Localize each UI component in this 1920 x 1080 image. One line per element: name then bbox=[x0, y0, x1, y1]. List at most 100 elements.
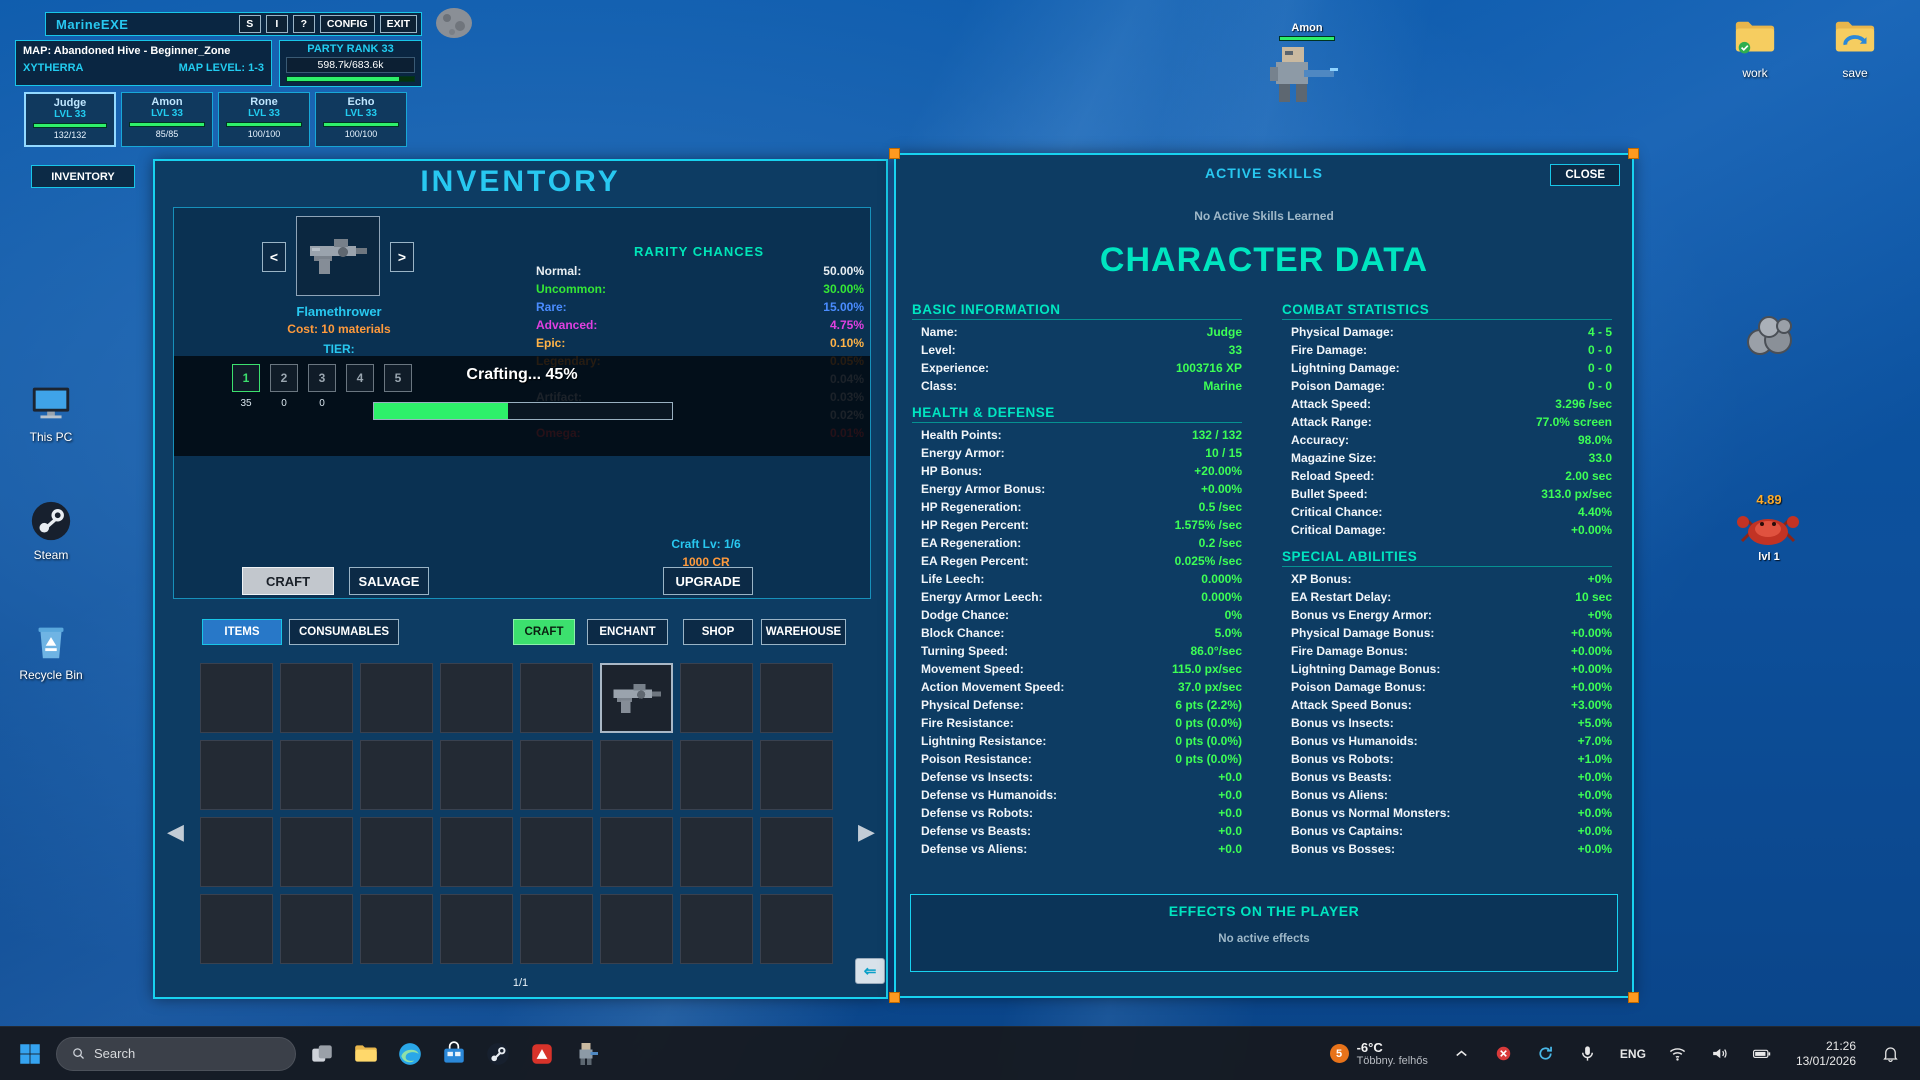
inventory-cell[interactable] bbox=[200, 740, 273, 810]
inventory-cell-flamethrower[interactable] bbox=[600, 663, 673, 733]
craft-button[interactable]: CRAFT bbox=[242, 567, 334, 595]
desktop-icon-recycle-bin[interactable]: Recycle Bin bbox=[8, 618, 94, 682]
inventory-cell[interactable] bbox=[440, 663, 513, 733]
inventory-cell[interactable] bbox=[200, 817, 273, 887]
inventory-cell[interactable] bbox=[760, 740, 833, 810]
inventory-cell[interactable] bbox=[760, 894, 833, 964]
desktop-icon-steam[interactable]: Steam bbox=[8, 498, 94, 562]
transfer-items-button[interactable]: ⇐ bbox=[855, 958, 885, 984]
inventory-cell[interactable] bbox=[280, 740, 353, 810]
chevron-up-icon[interactable] bbox=[1442, 1034, 1482, 1074]
inventory-cell[interactable] bbox=[280, 663, 353, 733]
inventory-cell[interactable] bbox=[680, 663, 753, 733]
wifi-icon[interactable] bbox=[1658, 1034, 1698, 1074]
party-member-card[interactable]: JudgeLVL 33132/132 bbox=[24, 92, 116, 147]
inventory-cell[interactable] bbox=[680, 894, 753, 964]
battery-icon[interactable] bbox=[1742, 1034, 1782, 1074]
search-box[interactable]: Search bbox=[56, 1037, 296, 1071]
inventory-cell[interactable] bbox=[440, 894, 513, 964]
tab-consumables[interactable]: CONSUMABLES bbox=[289, 619, 399, 645]
rarity-value: 4.75% bbox=[830, 318, 864, 336]
inventory-cell[interactable] bbox=[360, 817, 433, 887]
language-indicator[interactable]: ENG bbox=[1614, 1047, 1652, 1061]
sync-icon[interactable] bbox=[1526, 1034, 1566, 1074]
desktop-icon-this-pc[interactable]: This PC bbox=[8, 380, 94, 444]
unit-name-label: Amon bbox=[1252, 22, 1362, 34]
menu-button-config[interactable]: CONFIG bbox=[320, 15, 375, 33]
inventory-cell[interactable] bbox=[200, 894, 273, 964]
party-member-card[interactable]: RoneLVL 33100/100 bbox=[218, 92, 310, 147]
alert-red-icon[interactable] bbox=[1484, 1034, 1524, 1074]
mineral-rock-sprite[interactable] bbox=[1742, 312, 1802, 358]
menu-button-exit[interactable]: EXIT bbox=[380, 15, 417, 33]
stat-label: Accuracy: bbox=[1291, 433, 1349, 451]
inventory-cell[interactable] bbox=[280, 894, 353, 964]
menu-button-help[interactable]: ? bbox=[293, 15, 315, 33]
store-icon[interactable] bbox=[434, 1034, 474, 1074]
inventory-cell[interactable] bbox=[440, 817, 513, 887]
game-titlebar[interactable]: MarineEXE SI?CONFIGEXIT bbox=[45, 12, 422, 36]
tab-warehouse[interactable]: WAREHOUSE bbox=[761, 619, 846, 645]
enemy-crab-sprite[interactable]: 4.89 lvl 1 bbox=[1732, 492, 1806, 563]
inventory-cell[interactable] bbox=[680, 740, 753, 810]
stat-value: 0.000% bbox=[1201, 572, 1242, 590]
volume-icon[interactable] bbox=[1700, 1034, 1740, 1074]
resize-handle-tr[interactable] bbox=[1628, 148, 1639, 159]
party-member-card[interactable]: EchoLVL 33100/100 bbox=[315, 92, 407, 147]
explorer-icon[interactable] bbox=[346, 1034, 386, 1074]
inventory-cell[interactable] bbox=[360, 663, 433, 733]
inventory-cell[interactable] bbox=[520, 894, 593, 964]
inventory-cell[interactable] bbox=[360, 894, 433, 964]
inventory-cell[interactable] bbox=[200, 663, 273, 733]
taskview-icon[interactable] bbox=[302, 1034, 342, 1074]
inventory-cell[interactable] bbox=[600, 740, 673, 810]
inventory-hud-button[interactable]: INVENTORY bbox=[31, 165, 135, 188]
inventory-cell[interactable] bbox=[280, 817, 353, 887]
mic-icon[interactable] bbox=[1568, 1034, 1608, 1074]
rarity-row: Normal:50.00% bbox=[536, 264, 864, 282]
tab-craft[interactable]: CRAFT bbox=[513, 619, 575, 645]
inventory-cell[interactable] bbox=[520, 817, 593, 887]
desktop-icon-work[interactable]: work bbox=[1712, 16, 1798, 80]
inventory-cell[interactable] bbox=[760, 817, 833, 887]
asteroid-sprite[interactable] bbox=[432, 4, 476, 42]
inventory-cell[interactable] bbox=[760, 663, 833, 733]
inventory-grid bbox=[200, 663, 833, 964]
tab-shop[interactable]: SHOP bbox=[683, 619, 753, 645]
inventory-cell[interactable] bbox=[600, 894, 673, 964]
inventory-cell[interactable] bbox=[680, 817, 753, 887]
weather-widget[interactable]: 5 -6°C Többny. felhős bbox=[1322, 1036, 1436, 1071]
marineexe-icon[interactable] bbox=[566, 1034, 606, 1074]
notification-bell-button[interactable] bbox=[1870, 1034, 1910, 1074]
clock[interactable]: 21:26 13/01/2026 bbox=[1788, 1039, 1864, 1069]
resize-handle-tl[interactable] bbox=[889, 148, 900, 159]
unit-amon-sprite[interactable]: Amon bbox=[1252, 22, 1362, 113]
stat-value: +0% bbox=[1588, 572, 1612, 590]
resize-handle-br[interactable] bbox=[1628, 992, 1639, 1003]
salvage-button[interactable]: SALVAGE bbox=[349, 567, 429, 595]
tab-enchant[interactable]: ENCHANT bbox=[587, 619, 668, 645]
desktop-icon-save[interactable]: save bbox=[1812, 16, 1898, 80]
close-button[interactable]: CLOSE bbox=[1550, 164, 1620, 186]
inventory-cell[interactable] bbox=[360, 740, 433, 810]
resize-handle-bl[interactable] bbox=[889, 992, 900, 1003]
steam-icon[interactable] bbox=[478, 1034, 518, 1074]
inventory-cell[interactable] bbox=[440, 740, 513, 810]
next-item-button[interactable]: > bbox=[390, 242, 414, 272]
menu-button-s[interactable]: S bbox=[239, 15, 261, 33]
stat-row: Bonus vs Captains:+0.0% bbox=[1282, 824, 1612, 842]
inventory-cell[interactable] bbox=[520, 740, 593, 810]
page-prev-arrow[interactable]: ◀ bbox=[167, 819, 184, 845]
menu-button-i[interactable]: I bbox=[266, 15, 288, 33]
inventory-cell[interactable] bbox=[600, 817, 673, 887]
prev-item-button[interactable]: < bbox=[262, 242, 286, 272]
party-member-card[interactable]: AmonLVL 3385/85 bbox=[121, 92, 213, 147]
redapp-icon[interactable] bbox=[522, 1034, 562, 1074]
inventory-cell[interactable] bbox=[520, 663, 593, 733]
upgrade-button[interactable]: UPGRADE bbox=[663, 567, 753, 595]
tab-items[interactable]: ITEMS bbox=[202, 619, 282, 645]
tier-4-count bbox=[346, 398, 374, 409]
page-next-arrow[interactable]: ▶ bbox=[858, 819, 875, 845]
edge-icon[interactable] bbox=[390, 1034, 430, 1074]
start-button[interactable] bbox=[10, 1034, 50, 1074]
